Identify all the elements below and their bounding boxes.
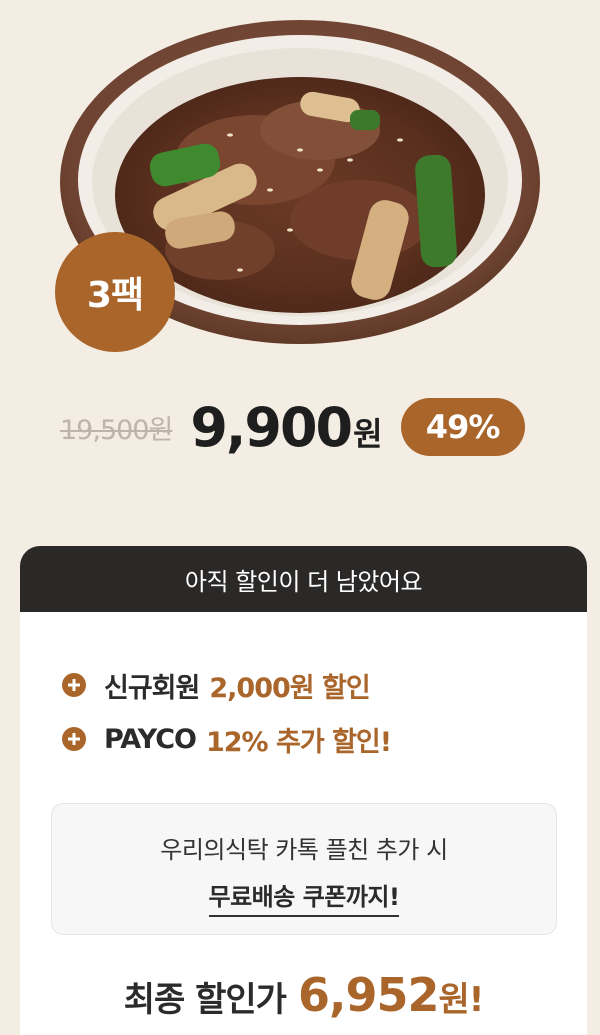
- benefit-highlight: 12% 추가 할인!: [205, 726, 392, 758]
- free-shipping-coupon-link[interactable]: 무료배송 쿠폰까지!: [208, 877, 400, 917]
- price-row: 19,500원 9,900 원 49%: [60, 392, 525, 462]
- kakao-friend-coupon-box[interactable]: 우리의식탁 카톡 플친 추가 시 무료배송 쿠폰까지!: [51, 803, 557, 935]
- pack-count-badge: 3팩: [55, 232, 175, 352]
- final-price-unit: 원!: [438, 980, 484, 1020]
- benefit-highlight: 2,000원 할인: [209, 672, 370, 704]
- benefit-label: PAYCO: [104, 723, 197, 755]
- final-price-label: 최종 할인가: [123, 980, 287, 1020]
- original-price: 19,500원: [60, 414, 173, 446]
- final-price-row: 최종 할인가 6,952 원!: [20, 968, 587, 1022]
- kakao-friend-text: 우리의식탁 카톡 플친 추가 시: [160, 836, 448, 864]
- plus-icon: [62, 673, 86, 697]
- sale-price-unit: 원: [353, 415, 383, 453]
- discount-card: 아직 할인이 더 남았어요 신규회원 2,000원 할인 PAYCO 12% 추…: [20, 546, 587, 1035]
- benefit-list: 신규회원 2,000원 할인 PAYCO 12% 추가 할인!: [20, 612, 587, 758]
- benefit-label: 신규회원: [104, 672, 200, 704]
- product-image: 3팩: [0, 0, 600, 375]
- plus-icon: [62, 727, 86, 751]
- benefit-payco: PAYCO 12% 추가 할인!: [62, 722, 587, 758]
- discount-badge: 49%: [400, 398, 525, 456]
- final-price-value: 6,952: [297, 968, 440, 1022]
- benefit-new-member: 신규회원 2,000원 할인: [62, 668, 587, 704]
- card-header: 아직 할인이 더 남았어요: [20, 546, 587, 612]
- promo-page: 3팩 19,500원 9,900 원 49% 아직 할인이 더 남았어요 신규회…: [0, 0, 600, 1035]
- sale-price: 9,900: [190, 395, 353, 459]
